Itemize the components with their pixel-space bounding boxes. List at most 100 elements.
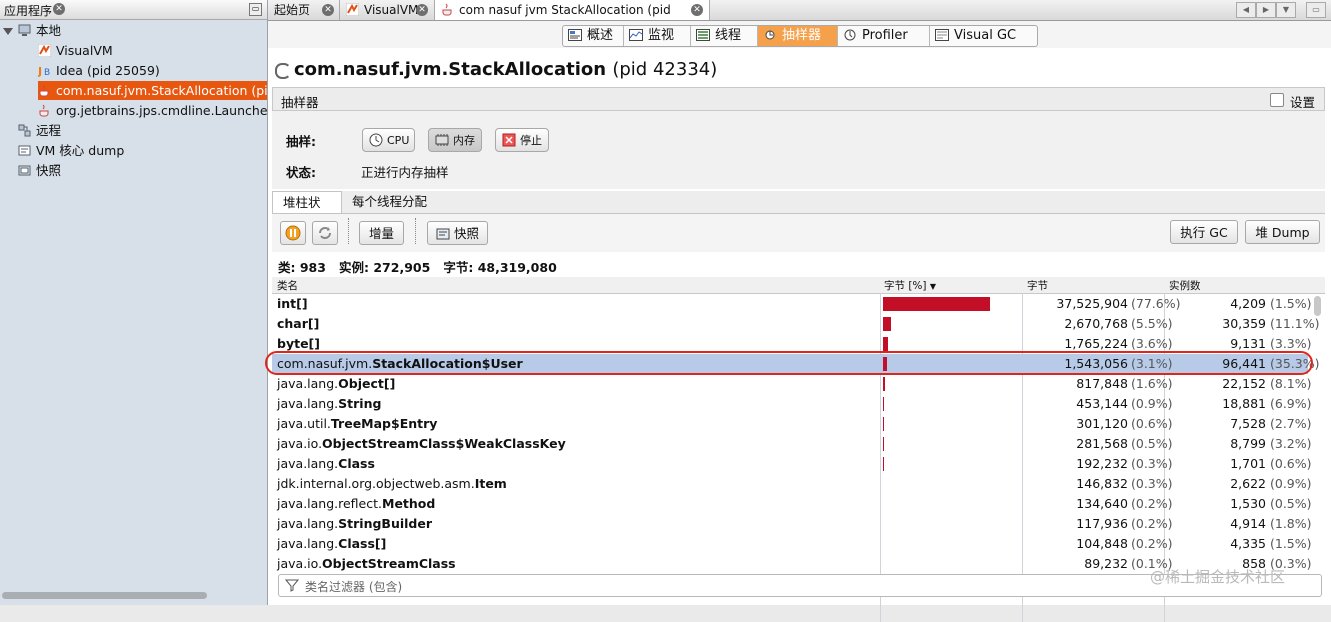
stop-button-label: 停止	[520, 134, 542, 147]
bytes-cell: 281,568	[1076, 436, 1128, 451]
class-simple-name: Method	[382, 496, 436, 511]
table-row[interactable]: java.util.TreeMap$Entry 301,120 (0.6%) 7,52…	[272, 414, 1312, 434]
class-package: java.io.	[277, 556, 323, 571]
instances-cell: 4,335	[1230, 536, 1266, 551]
tab-visual-gc[interactable]: Visual GC	[930, 26, 1037, 46]
refresh-icon	[319, 227, 331, 239]
tab-start-page[interactable]: 起始页 ✕	[268, 0, 340, 20]
close-icon[interactable]: ✕	[416, 4, 428, 16]
close-icon[interactable]: ✕	[53, 3, 65, 15]
horizontal-scrollbar[interactable]	[2, 592, 207, 599]
settings-label[interactable]: 设置	[1290, 92, 1315, 111]
class-name-cell: char[]	[277, 314, 319, 334]
bytes-cell: 301,120	[1076, 416, 1128, 431]
refresh-button[interactable]	[312, 221, 338, 245]
status-label: 状态:	[286, 165, 316, 180]
cpu-sample-button[interactable]: CPU	[362, 128, 415, 152]
tab-per-thread-label: 每个线程分配	[352, 194, 428, 209]
loading-spinner-icon	[275, 63, 291, 79]
maximize-icon[interactable]: ▭	[1306, 2, 1326, 18]
bytes-percent-bar	[883, 297, 990, 311]
memory-button-label: 内存	[453, 134, 475, 147]
tab-monitor[interactable]: 监视	[624, 26, 691, 46]
col-header-bytes[interactable]: 字节	[1027, 278, 1048, 293]
minimize-icon[interactable]: ▭	[249, 3, 262, 16]
vertical-scrollbar[interactable]	[1314, 296, 1321, 316]
tab-per-thread-allocation[interactable]: 每个线程分配	[342, 191, 440, 213]
class-simple-name: String	[338, 396, 382, 411]
table-row[interactable]: char[] 2,670,768 (5.5%) 30,359 (11.1%)	[272, 314, 1319, 334]
tab-start-page-label: 起始页	[274, 3, 311, 17]
tab-heap-histogram[interactable]: 堆柱状图	[272, 191, 342, 232]
table-row[interactable]: java.lang.Class[] 104,848 (0.2%) 4,335 (1.5%…	[272, 534, 1312, 554]
view-button-group: 概述 监视 线程 抽样器 Profiler Visual GC	[562, 25, 1038, 47]
tab-profiler-label: Profiler	[862, 28, 908, 43]
table-row[interactable]: java.lang.StringBuilder 117,936 (0.2%) 4,91…	[272, 514, 1312, 534]
delta-button[interactable]: 增量	[359, 221, 404, 245]
java-cup-icon	[442, 3, 452, 16]
applications-tab[interactable]: 应用程序 ✕ ▭	[0, 0, 267, 20]
stop-sample-button[interactable]: 停止	[495, 128, 549, 152]
col-header-class-name[interactable]: 类名	[277, 278, 298, 293]
instances-cell: 8,799	[1230, 436, 1266, 451]
bytes-percent-bar	[883, 317, 891, 331]
tree-item-stackallocation[interactable]: com.nasuf.jvm.StackAllocation (pid 4	[38, 81, 288, 100]
tab-profiler[interactable]: Profiler	[838, 26, 930, 46]
col-header-bytes-pct[interactable]: 字节 [%] ▼	[884, 278, 936, 293]
table-row[interactable]: java.io.ObjectStreamClass$WeakClassKey 28…	[272, 434, 1312, 454]
class-simple-name: int[]	[277, 296, 308, 311]
close-icon[interactable]: ✕	[322, 4, 334, 16]
close-icon[interactable]: ✕	[691, 4, 703, 16]
tree-label-stackallocation: com.nasuf.jvm.StackAllocation (pid 4	[56, 83, 288, 98]
snapshot-button[interactable]: 快照	[427, 221, 488, 245]
table-row[interactable]: int[] 37,525,904 (77.6%) 4,209 (1.5%)	[272, 294, 1312, 314]
class-simple-name: Item	[474, 476, 507, 491]
tab-visualvm[interactable]: VisualVM ✕	[340, 0, 435, 20]
instances-cell: 30,359	[1222, 316, 1266, 331]
tree-label-visualvm: VisualVM	[56, 43, 113, 58]
class-package: java.io.	[277, 436, 323, 451]
heap-dump-button[interactable]: 堆 Dump	[1245, 220, 1320, 244]
tab-stackallocation[interactable]: com nasuf jvm StackAllocation (pid 42334…	[435, 0, 710, 37]
tree-item-core-dump[interactable]: VM 核心 dump	[18, 141, 124, 160]
tab-list-icon[interactable]: ▼	[1276, 2, 1296, 18]
bytes-percent-bar	[883, 397, 884, 411]
sampler-header-label: 抽样器	[281, 95, 319, 110]
computer-icon	[18, 24, 31, 36]
scroll-tabs-right-icon[interactable]: ▶	[1256, 2, 1276, 18]
svg-text:B: B	[44, 68, 50, 77]
instances-cell: 22,152	[1222, 376, 1266, 391]
tab-sampler-label: 抽样器	[782, 28, 822, 43]
instances-pct-cell: (0.6%)	[1270, 456, 1312, 471]
tab-sampler[interactable]: 抽样器	[758, 26, 838, 46]
bytes-cell: 134,640	[1076, 496, 1128, 511]
col-header-instances[interactable]: 实例数	[1169, 278, 1201, 293]
class-simple-name: Object[]	[338, 376, 396, 391]
tab-visual-gc-label: Visual GC	[954, 28, 1017, 43]
table-row[interactable]: java.lang.Object[] 817,848 (1.6%) 22,152 (8.…	[272, 374, 1312, 394]
tab-overview[interactable]: 概述	[563, 26, 624, 46]
instances-pct-cell: (0.9%)	[1270, 476, 1312, 491]
table-row[interactable]: java.lang.String 453,144 (0.9%) 18,881 (6.9%…	[272, 394, 1312, 414]
tree-item-idea[interactable]: J B Idea (pid 25059)	[38, 61, 160, 80]
settings-checkbox[interactable]	[1270, 93, 1284, 107]
tree-item-remote[interactable]: 远程	[18, 121, 61, 140]
class-name-cell: java.lang.StringBuilder	[277, 514, 432, 534]
class-name-cell: java.lang.Class[]	[277, 534, 386, 554]
table-row[interactable]: java.lang.Class 192,232 (0.3%) 1,701 (0.6%)	[272, 454, 1312, 474]
table-row[interactable]: java.lang.reflect.Method 134,640 (0.2%) 1,5…	[272, 494, 1312, 514]
tab-threads[interactable]: 线程	[691, 26, 758, 46]
pause-button[interactable]	[280, 221, 306, 245]
table-row[interactable]: jdk.internal.org.objectweb.asm.Item 146,8…	[272, 474, 1312, 494]
tree-item-snapshots[interactable]: 快照	[18, 161, 61, 180]
memory-sample-button[interactable]: 内存	[428, 128, 482, 152]
instances-pct-cell: (6.9%)	[1270, 396, 1312, 411]
tree-item-launcher[interactable]: org.jetbrains.jps.cmdline.Launcher (	[38, 101, 282, 120]
tree-item-visualvm[interactable]: VisualVM	[38, 41, 113, 60]
scroll-tabs-left-icon[interactable]: ◀	[1236, 2, 1256, 18]
expand-local-icon[interactable]	[3, 28, 13, 35]
instances-cell: 4,914	[1230, 516, 1266, 531]
perform-gc-button[interactable]: 执行 GC	[1170, 220, 1238, 244]
tree-item-local[interactable]: 本地	[18, 21, 61, 40]
filter-icon	[285, 579, 299, 592]
